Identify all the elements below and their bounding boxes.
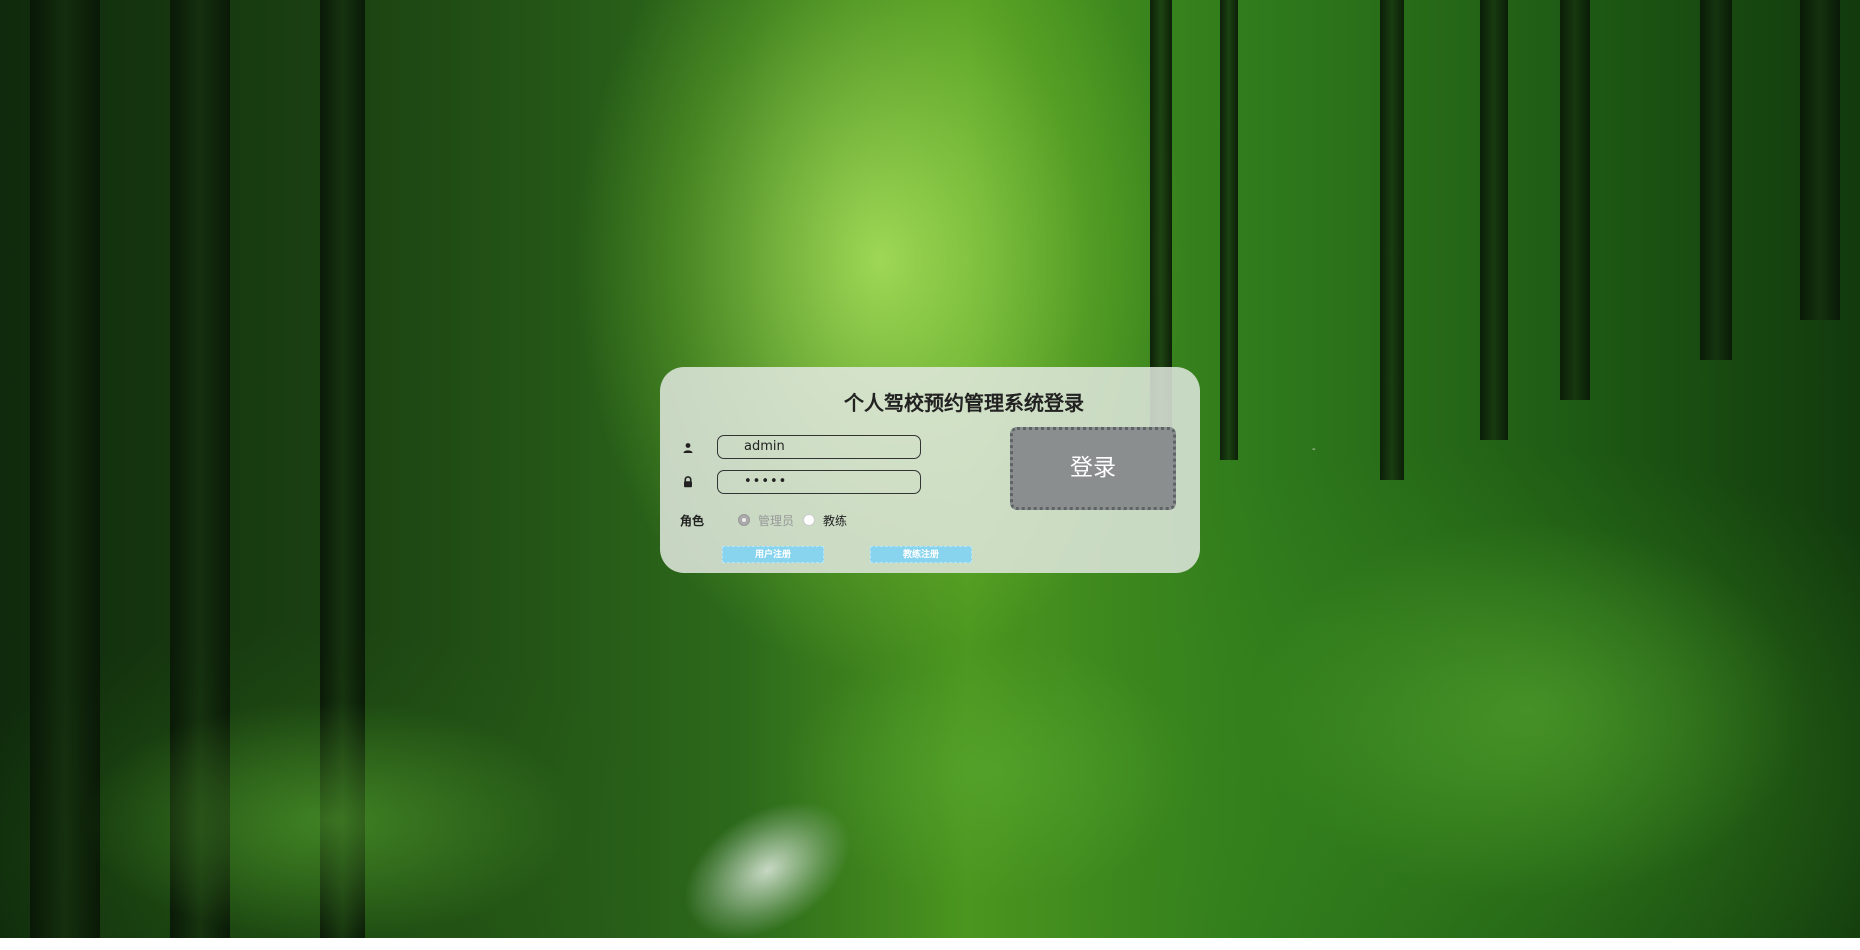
username-field[interactable]: admin — [717, 435, 921, 459]
role-radio-coach[interactable] — [803, 514, 815, 526]
tree-trunk — [1700, 0, 1732, 360]
tree-trunk — [1560, 0, 1590, 400]
user-register-button[interactable]: 用户注册 — [722, 546, 824, 563]
role-label: 角色 — [680, 514, 705, 528]
lock-icon — [684, 476, 692, 488]
tree-trunk — [1220, 0, 1238, 460]
password-field[interactable]: ••••• — [717, 470, 921, 494]
stream — [580, 780, 920, 950]
coach-register-button[interactable]: 教练注册 — [870, 546, 972, 563]
page-title: 个人驾校预约管理系统登录 — [844, 391, 1084, 415]
fern-foliage — [80, 700, 580, 940]
role-option-admin-label[interactable]: 管理员 — [758, 512, 794, 529]
tree-trunk — [1380, 0, 1404, 480]
login-button[interactable]: 登录 — [1010, 427, 1176, 510]
user-icon — [683, 443, 693, 453]
fern-foliage — [1250, 520, 1810, 900]
role-option-coach-label[interactable]: 教练 — [823, 512, 847, 529]
background-mark: - — [1312, 444, 1316, 455]
tree-trunk — [1480, 0, 1508, 440]
tree-trunk — [1800, 0, 1840, 320]
login-panel: 个人驾校预约管理系统登录 admin ••••• 角色 管理员 教练 用户注册 … — [660, 367, 1200, 573]
role-radio-admin[interactable] — [738, 514, 750, 526]
